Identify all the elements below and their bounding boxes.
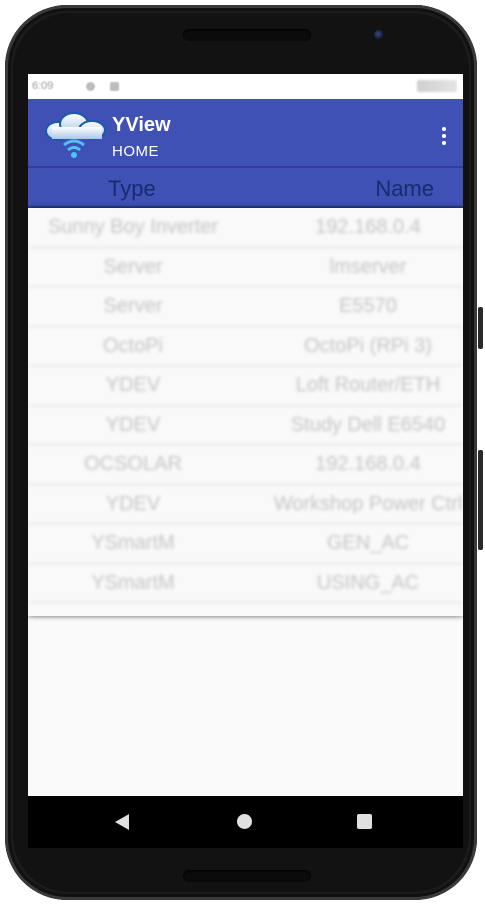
cell-type: Server <box>103 295 163 317</box>
cell-type: YDEV <box>105 374 161 396</box>
device-list: Sunny Boy Inverter 192.168.0.4 Server lm… <box>28 208 463 616</box>
cell-name: lmserver <box>329 255 407 278</box>
cell-name: Loft Router/ETH <box>295 374 441 396</box>
power-button[interactable] <box>478 307 483 349</box>
system-nav-bar <box>28 796 463 848</box>
cloud-wifi-icon <box>45 112 106 158</box>
bottom-speaker <box>183 870 311 882</box>
status-bar: 6:09 <box>28 74 463 99</box>
table-row[interactable]: Server lmserver <box>28 248 463 287</box>
home-circle-icon[interactable] <box>237 814 252 829</box>
table-row[interactable]: YDEV Loft Router/ETH <box>28 366 463 406</box>
cell-type: OCSOLAR <box>84 453 182 475</box>
table-row[interactable]: OCSOLAR 192.168.0.4 <box>28 445 463 485</box>
screen: 6:09 YView HOME Type Name Sunny Boy Inve… <box>28 74 463 796</box>
cell-type: YSmartM <box>91 571 175 594</box>
cell-type: YDEV <box>105 413 161 436</box>
recents-square-icon[interactable] <box>357 814 372 829</box>
cell-type: YSmartM <box>91 532 175 554</box>
table-row[interactable]: OctoPi OctoPi (RPi 3) <box>28 327 463 366</box>
cell-name: 192.168.0.4 <box>315 453 421 475</box>
status-system-icons <box>417 80 457 92</box>
more-vert-icon[interactable] <box>439 127 449 149</box>
table-row[interactable]: Server E5570 <box>28 287 463 327</box>
table-row[interactable]: YSmartM GEN_AC <box>28 524 463 564</box>
table-row[interactable]: YDEV Study Dell E6540 <box>28 406 463 445</box>
cell-type: Server <box>103 255 163 278</box>
earpiece-speaker <box>183 29 311 41</box>
table-row[interactable]: YSmartM USING_AC <box>28 564 463 603</box>
table-row[interactable]: YDEV Workshop Power Ctrl <box>28 485 463 524</box>
app-subtitle: HOME <box>112 143 159 160</box>
column-header-name[interactable]: Name <box>375 176 434 202</box>
status-notification-icon <box>86 82 95 91</box>
status-time: 6:09 <box>32 80 54 92</box>
back-triangle-icon[interactable] <box>115 814 129 830</box>
column-header-type[interactable]: Type <box>108 176 156 202</box>
table-header: Type Name <box>28 166 463 208</box>
cell-name: E5570 <box>339 295 397 317</box>
cell-name: Study Dell E6540 <box>290 413 446 436</box>
cell-name: Workshop Power Ctrl <box>273 492 463 515</box>
cell-name: 192.168.0.4 <box>315 216 421 238</box>
cell-name: OctoPi (RPi 3) <box>304 334 432 357</box>
cell-type: YDEV <box>105 492 161 515</box>
cell-name: USING_AC <box>316 571 420 594</box>
cell-type: OctoPi <box>102 334 164 357</box>
volume-button[interactable] <box>478 450 483 550</box>
table-row[interactable]: Sunny Boy Inverter 192.168.0.4 <box>28 208 463 248</box>
app-title: YView <box>112 114 171 136</box>
front-camera <box>374 30 384 40</box>
cell-name: GEN_AC <box>326 532 410 554</box>
app-bar: YView HOME <box>28 99 463 166</box>
cell-type: Sunny Boy Inverter <box>47 216 219 238</box>
status-notification-icon <box>110 82 119 91</box>
